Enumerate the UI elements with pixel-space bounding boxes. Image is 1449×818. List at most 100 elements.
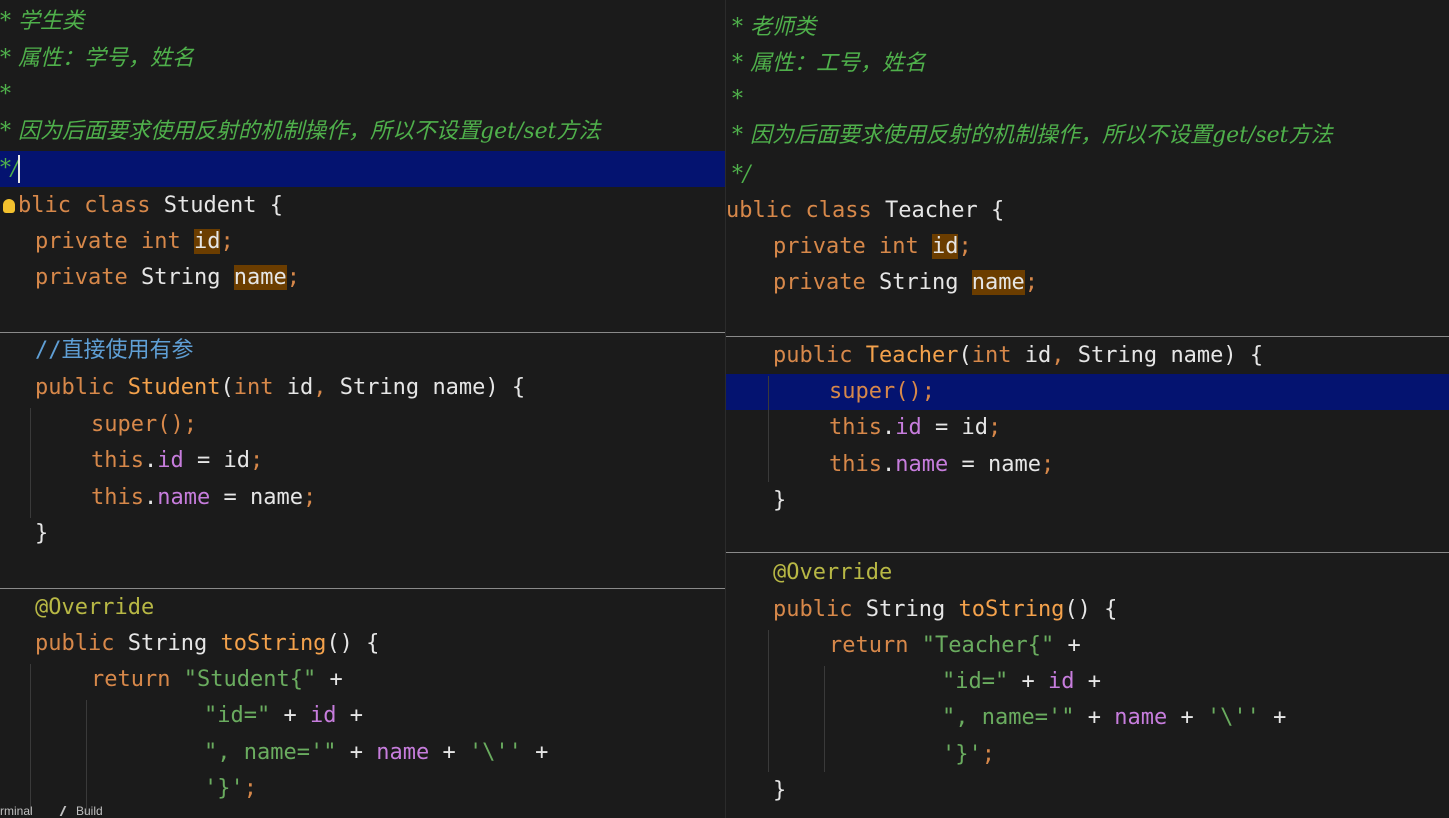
char-literal: '\'' — [1206, 705, 1260, 730]
code-line-ctor-comment[interactable]: //直接使用有参 — [35, 333, 725, 369]
brace: } — [773, 778, 787, 803]
code-line-comment-reason[interactable]: * 因为后面要求使用反射的机制操作，所以不设置get/set方法 — [0, 114, 725, 150]
code-line-field-name[interactable]: private String name; — [773, 265, 1449, 301]
type-string: String — [127, 631, 208, 656]
semicolon: ; — [286, 265, 300, 290]
doc-comment: * — [0, 82, 11, 107]
code-line-comment-end-selected[interactable]: */ — [0, 151, 725, 187]
string-literal: ", name='" — [942, 705, 1075, 730]
lightbulb-icon[interactable] — [3, 199, 15, 213]
code-line-comment-attrs[interactable]: * 属性：学号，姓名 — [0, 41, 725, 77]
code-line-this-name[interactable]: this.name = name; — [829, 447, 1449, 483]
indent-guide — [768, 376, 769, 482]
operator-plus: + — [1067, 633, 1081, 658]
code-line-return[interactable]: return "Teacher{" + — [829, 628, 1449, 664]
method-name: toString — [220, 631, 327, 656]
code-line-concat-end[interactable]: '}'; — [204, 771, 725, 807]
doc-comment: */ — [732, 162, 751, 187]
paren-brace: ) { — [1223, 343, 1264, 368]
char-literal: '}' — [204, 776, 244, 801]
comma: , — [313, 375, 327, 400]
code-line-class-decl[interactable]: ublic class Teacher { — [726, 193, 1449, 229]
keyword-this: this — [91, 485, 144, 510]
code-line-concat-id[interactable]: "id=" + id + — [942, 664, 1449, 700]
code-line-field-name[interactable]: private String name; — [35, 260, 725, 296]
semicolon: ; — [302, 485, 317, 510]
line-comment: //直接使用有参 — [35, 338, 194, 363]
code-line-override[interactable]: @Override — [35, 590, 725, 626]
code-line-this-id[interactable]: this.id = id; — [91, 443, 725, 479]
code-line-comment-end[interactable]: */ — [732, 157, 1449, 193]
tab-build[interactable]: Build — [76, 805, 103, 818]
assignment: = id — [921, 415, 988, 440]
field-id: id — [1047, 669, 1075, 694]
code-line-close-brace[interactable]: } — [35, 516, 725, 552]
code-line-class-decl[interactable]: blic class Student { — [18, 188, 725, 224]
code-line-this-name[interactable]: this.name = name; — [91, 480, 725, 516]
method-separator — [726, 552, 1449, 553]
code-line-comment-class[interactable]: * 学生类 — [0, 4, 725, 40]
keyword-super: super — [91, 412, 158, 437]
constructor-name: Teacher — [865, 343, 959, 368]
dot: . — [143, 485, 158, 510]
code-line-concat-name[interactable]: ", name='" + name + '\'' + — [204, 735, 725, 771]
tab-terminal[interactable]: rminal — [0, 805, 33, 818]
code-line-concat-id[interactable]: "id=" + id + — [204, 698, 725, 734]
doc-comment: * 属性：学号，姓名 — [0, 46, 194, 71]
paren: ( — [958, 343, 972, 368]
code-line-comment-blank[interactable]: * — [732, 82, 1449, 118]
operator-plus: + — [349, 740, 363, 765]
paren-brace: () { — [326, 631, 380, 656]
keyword-public: public — [35, 375, 115, 400]
assignment: = name — [210, 485, 303, 510]
keyword-return: return — [829, 633, 909, 658]
field-id-highlighted: id — [931, 234, 959, 259]
string-literal: ", name='" — [204, 740, 337, 765]
code-line-field-id[interactable]: private int id; — [35, 224, 725, 260]
code-line-tostring[interactable]: public String toString() { — [773, 592, 1449, 628]
paren: ( — [220, 375, 234, 400]
code-line-ctor[interactable]: public Teacher(int id, String name) { — [773, 338, 1449, 374]
code-line-comment-class[interactable]: * 老师类 — [732, 10, 1449, 46]
brace: } — [773, 488, 787, 513]
call-parens: (); — [157, 412, 197, 437]
doc-comment: * 学生类 — [0, 9, 84, 34]
type-int: int — [971, 343, 1012, 368]
method-name: toString — [958, 597, 1065, 622]
editor-pane-teacher[interactable]: * 老师类 * 属性：工号，姓名 * * 因为后面要求使用反射的机制操作，所以不… — [726, 0, 1449, 818]
field-name: name — [157, 485, 211, 510]
code-line-ctor[interactable]: public Student(int id, String name) { — [35, 370, 725, 406]
field-id: id — [895, 415, 922, 440]
brace: { — [990, 198, 1005, 223]
code-line-concat-name[interactable]: ", name='" + name + '\'' + — [942, 700, 1449, 736]
code-line-comment-attrs[interactable]: * 属性：工号，姓名 — [732, 46, 1449, 82]
assignment: = name — [948, 452, 1041, 477]
field-id: id — [309, 703, 337, 728]
code-line-this-id[interactable]: this.id = id; — [829, 410, 1449, 446]
code-line-comment-reason[interactable]: * 因为后面要求使用反射的机制操作，所以不设置get/set方法 — [732, 118, 1449, 154]
code-line-tostring[interactable]: public String toString() { — [35, 626, 725, 662]
type-int: int — [140, 229, 181, 254]
dot: . — [143, 448, 158, 473]
keyword-return: return — [91, 667, 171, 692]
code-line-close-brace[interactable]: } — [773, 483, 1449, 519]
char-literal: '}' — [942, 742, 982, 767]
operator-plus: + — [442, 740, 456, 765]
class-name: Student — [163, 193, 257, 218]
code-line-concat-end[interactable]: '}'; — [942, 737, 1449, 773]
code-line-super-selected[interactable]: super(); — [726, 374, 1449, 410]
doc-comment: * 属性：工号，姓名 — [732, 51, 926, 76]
code-line-comment-blank[interactable]: * — [0, 77, 725, 113]
code-line-field-id[interactable]: private int id; — [773, 229, 1449, 265]
code-line-close-brace[interactable]: } — [773, 773, 1449, 809]
code-line-super[interactable]: super(); — [91, 407, 725, 443]
code-line-return[interactable]: return "Student{" + — [91, 662, 725, 698]
editor-pane-student[interactable]: * 学生类 * 属性：学号，姓名 * * 因为后面要求使用反射的机制操作，所以不… — [0, 0, 725, 818]
paren-brace: ) { — [485, 375, 526, 400]
keyword-public: public — [35, 631, 115, 656]
semicolon: ; — [220, 229, 234, 254]
semicolon: ; — [249, 448, 264, 473]
method-separator — [726, 336, 1449, 337]
code-line-override[interactable]: @Override — [773, 555, 1449, 591]
doc-comment: * 因为后面要求使用反射的机制操作，所以不设置get/set方法 — [0, 119, 601, 144]
